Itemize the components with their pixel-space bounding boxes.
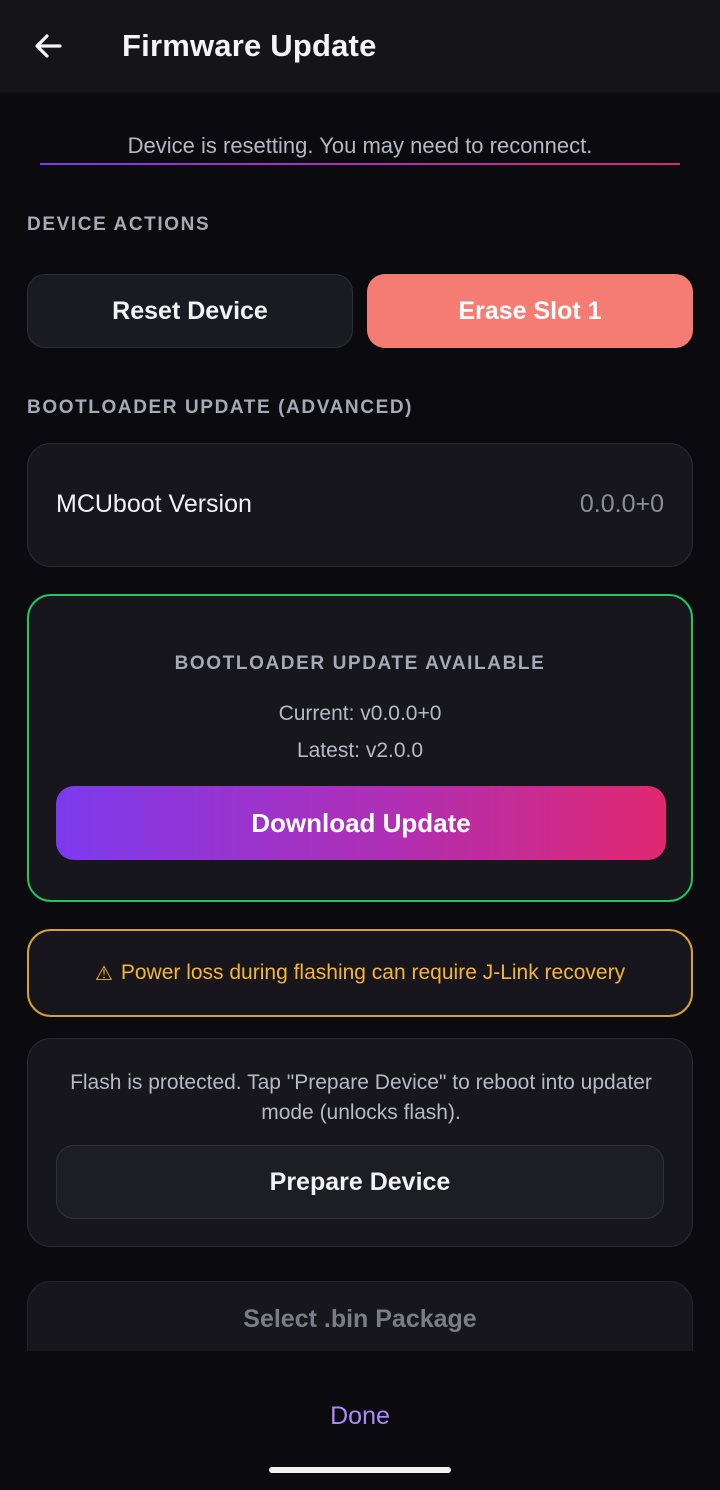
home-indicator[interactable] bbox=[269, 1467, 451, 1473]
power-loss-warning: ⚠ Power loss during flashing can require… bbox=[27, 929, 693, 1017]
status-message: Device is resetting. You may need to rec… bbox=[127, 133, 593, 158]
arrow-left-icon bbox=[35, 34, 62, 58]
top-app-bar: Firmware Update bbox=[0, 0, 720, 93]
latest-version-text: Latest: v2.0.0 bbox=[296, 739, 424, 762]
mcuboot-version-label: MCUboot Version bbox=[56, 490, 252, 518]
prepare-device-card: Flash is protected. Tap "Prepare Device"… bbox=[27, 1038, 693, 1247]
erase-slot-button[interactable]: Erase Slot 1 bbox=[367, 274, 693, 348]
warning-text: Power loss during flashing can require J… bbox=[120, 961, 626, 984]
reset-device-button[interactable]: Reset Device bbox=[27, 274, 353, 348]
warning-icon: ⚠ bbox=[94, 962, 113, 985]
select-bin-package-button[interactable]: Select .bin Package bbox=[27, 1281, 693, 1351]
prepare-device-button[interactable]: Prepare Device bbox=[56, 1145, 664, 1219]
update-available-title: BOOTLOADER UPDATE AVAILABLE bbox=[174, 653, 546, 674]
flash-protected-text: Flash is protected. Tap "Prepare Device"… bbox=[70, 1071, 652, 1124]
mcuboot-version-card: MCUboot Version 0.0.0+0 bbox=[27, 443, 693, 567]
back-button[interactable] bbox=[28, 26, 68, 66]
firmware-update-screen: Firmware Update Device is resetting. You… bbox=[0, 0, 720, 1490]
mcuboot-version-value: 0.0.0+0 bbox=[579, 490, 664, 518]
current-version-text: Current: v0.0.0+0 bbox=[278, 702, 442, 725]
section-label-device-actions: DEVICE ACTIONS bbox=[27, 214, 211, 235]
page-title: Firmware Update bbox=[122, 28, 377, 63]
download-update-button[interactable]: Download Update bbox=[56, 786, 666, 860]
done-button[interactable]: Done bbox=[0, 1402, 720, 1431]
select-package-container: Select .bin Package bbox=[27, 1281, 693, 1351]
status-progress-line bbox=[40, 163, 680, 165]
section-label-bootloader: BOOTLOADER UPDATE (ADVANCED) bbox=[27, 397, 414, 418]
bootloader-update-card: BOOTLOADER UPDATE AVAILABLE Current: v0.… bbox=[27, 594, 693, 902]
